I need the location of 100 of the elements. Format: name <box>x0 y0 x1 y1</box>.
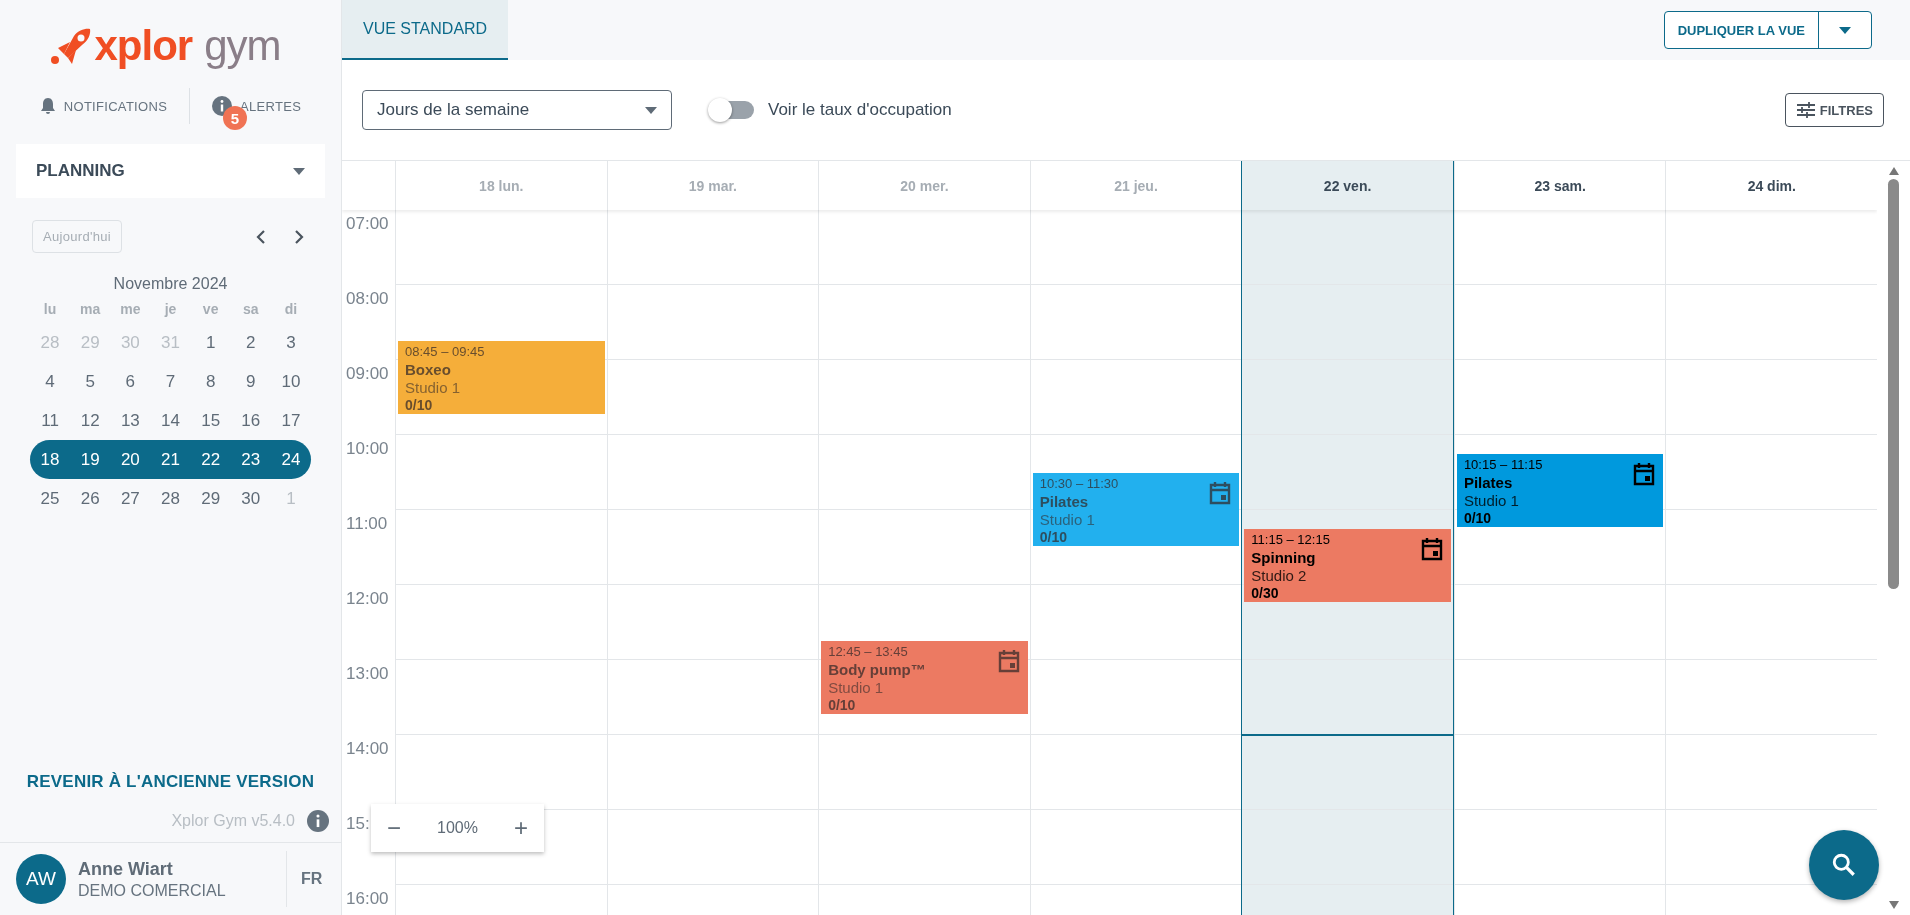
weekday-label: ve <box>201 301 220 317</box>
month-title: Novembre 2024 <box>112 275 229 293</box>
search-button[interactable] <box>1809 830 1879 900</box>
event-capacity: 0/10 <box>1039 528 1068 545</box>
calendar-day[interactable]: 30 <box>230 488 271 509</box>
event-time: 10:15 – 11:15 <box>1463 455 1544 473</box>
hour-label: 09:00 <box>346 364 389 383</box>
weekday-label: je <box>163 301 178 317</box>
caret-icon <box>293 167 305 175</box>
calendar-day[interactable]: 10 <box>270 371 311 392</box>
calendar-day[interactable]: 26 <box>70 488 111 509</box>
event-capacity: 0/10 <box>1463 509 1493 526</box>
calendar-day[interactable]: 13 <box>110 410 151 431</box>
calendar-day[interactable]: 22 <box>190 449 231 470</box>
calendar-day[interactable]: 17 <box>270 410 311 431</box>
selected-week[interactable]: 18 19 20 21 22 23 24 <box>30 440 311 479</box>
calendar-day[interactable]: 9 <box>230 371 271 392</box>
calendar-day[interactable]: 2 <box>230 332 271 353</box>
calendar-day[interactable]: 29 <box>190 488 231 509</box>
day-header[interactable]: 23 sam. <box>1453 161 1666 210</box>
calendar-day[interactable]: 1 <box>190 332 231 353</box>
sliders-icon <box>1795 102 1816 118</box>
class-event[interactable]: 11:15 – 12:15 Spinning Studio 2 0/30 <box>1244 528 1451 602</box>
weekday-label: sa <box>242 301 260 317</box>
calendar-day[interactable]: 5 <box>70 371 111 392</box>
calendar-day[interactable]: 4 <box>30 371 71 392</box>
calendar-day[interactable]: 24 <box>270 449 311 470</box>
calendar-day[interactable]: 11 <box>30 410 71 431</box>
calendar-day[interactable]: 16 <box>230 410 271 431</box>
chevron-left-icon[interactable] <box>255 228 267 245</box>
calendar-day[interactable]: 8 <box>190 371 231 392</box>
event-time: 12:45 – 13:45 <box>828 643 909 661</box>
class-event[interactable]: 10:30 – 11:30 Pilates Studio 1 0/10 <box>1032 472 1240 546</box>
filters-button[interactable]: FILTRES <box>1784 93 1884 127</box>
user-name: Anne Wiart <box>78 858 174 880</box>
day-header[interactable]: 22 ven. <box>1241 161 1454 210</box>
calendar-day[interactable]: 12 <box>70 410 111 431</box>
event-title: Boxeo <box>405 360 452 380</box>
hour-label: 13:00 <box>346 664 389 683</box>
info-icon[interactable] <box>307 810 329 832</box>
header-link[interactable]: NOTIFICATIONS <box>39 83 168 129</box>
hour-label: 10:00 <box>346 439 389 458</box>
calendar-day[interactable]: 20 <box>110 449 151 470</box>
class-event[interactable]: 12:45 – 13:45 Body pump™ Studio 1 0/10 <box>821 641 1028 715</box>
zoom-out-button[interactable]: − <box>387 814 401 842</box>
weekday-label: di <box>283 301 299 317</box>
event-time: 08:45 – 09:45 <box>405 343 486 361</box>
version-text: Xplor Gym v5.4.0 <box>171 812 295 830</box>
weekday-label: me <box>119 301 142 317</box>
bell-icon <box>39 97 56 115</box>
event-title: Pilates <box>1039 491 1090 511</box>
duplicate-view-button[interactable]: DUPLIQUER LA VUE <box>1664 12 1819 48</box>
class-event[interactable]: 08:45 – 09:45 Boxeo Studio 1 0/10 <box>398 341 605 415</box>
chevron-right-icon[interactable] <box>293 228 305 245</box>
calendar-day[interactable]: 19 <box>70 449 111 470</box>
zoom-in-button[interactable]: + <box>513 814 528 842</box>
scroll-up-icon[interactable] <box>1888 167 1899 175</box>
hour-label: 07:00 <box>346 214 389 233</box>
calendar-day[interactable]: 25 <box>30 488 71 509</box>
calendar-day[interactable]: 28 <box>150 488 191 509</box>
event-capacity: 0/10 <box>405 397 434 414</box>
calendar-day[interactable]: 18 <box>30 449 71 470</box>
calendar-day[interactable]: 23 <box>230 449 271 470</box>
hour-label: 14:00 <box>346 739 389 758</box>
event-room: Studio 1 <box>828 679 885 698</box>
calendar-day[interactable]: 15 <box>190 410 231 431</box>
language-button[interactable]: FR <box>286 851 325 907</box>
occupancy-label: Voir le taux d'occupation <box>768 100 952 120</box>
event-title: Body pump™ <box>828 660 927 680</box>
event-room: Studio 1 <box>405 379 462 398</box>
hour-label: 15: <box>346 814 370 833</box>
old-version-link[interactable]: REVENIR À L'ANCIENNE VERSION <box>0 772 341 792</box>
view-select[interactable]: Jours de la semaine <box>362 90 672 130</box>
zoom-level: 100% <box>437 819 478 837</box>
calendar-day[interactable]: 3 <box>270 332 311 353</box>
class-event[interactable]: 10:15 – 11:15 Pilates Studio 1 0/10 <box>1456 453 1664 527</box>
weekday-label: lu <box>42 301 58 317</box>
event-room: Studio 1 <box>1463 491 1520 510</box>
user-company: DEMO COMERCIAL <box>78 881 227 900</box>
rocket-logo-icon <box>50 28 93 64</box>
event-title: Spinning <box>1251 547 1317 567</box>
view-tab[interactable]: VUE STANDARD <box>342 0 509 60</box>
calendar-day[interactable]: 14 <box>150 410 191 431</box>
occupancy-switch[interactable] <box>710 101 754 119</box>
hour-label: 12:00 <box>346 589 389 608</box>
hour-label: 16:00 <box>346 889 389 908</box>
event-capacity: 0/10 <box>828 697 857 714</box>
calendar-day[interactable]: 6 <box>110 371 151 392</box>
event-capacity: 0/30 <box>1251 584 1280 601</box>
calendar-day[interactable]: 7 <box>150 371 191 392</box>
user-avatar[interactable]: AW <box>16 854 66 904</box>
event-time: 11:15 – 12:15 <box>1251 530 1331 548</box>
hour-label: 11:00 <box>346 514 388 533</box>
calendar-day[interactable]: 21 <box>150 449 191 470</box>
calendar-day[interactable]: 27 <box>110 488 151 509</box>
event-room: Studio 1 <box>1039 510 1096 529</box>
caret-icon <box>1839 26 1851 34</box>
module-select[interactable]: PLANNING <box>16 144 325 198</box>
scroll-down-icon[interactable] <box>1888 901 1899 909</box>
scrollbar-thumb[interactable] <box>1888 179 1899 589</box>
